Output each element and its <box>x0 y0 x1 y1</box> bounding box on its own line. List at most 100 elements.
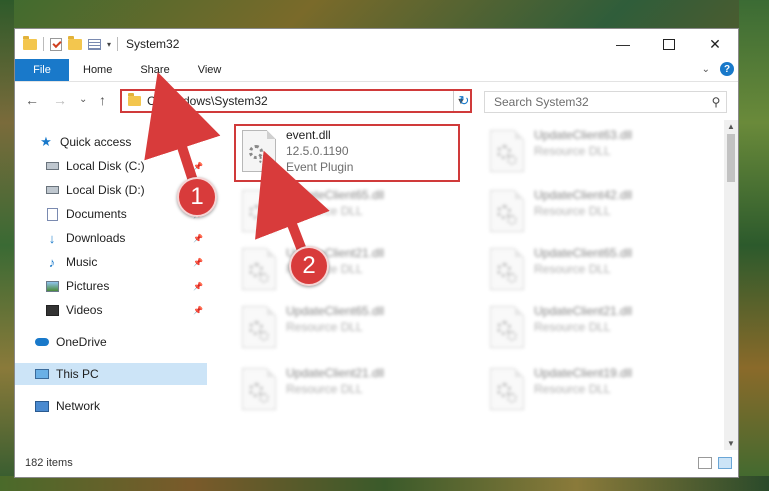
tab-file[interactable]: File <box>15 59 69 81</box>
search-icon[interactable]: ⚲ <box>706 95 726 109</box>
sidebar-item-videos[interactable]: Videos 📌 <box>15 299 207 321</box>
search-box[interactable]: Search System32 ⚲ <box>484 91 727 113</box>
tab-share[interactable]: Share <box>126 59 183 81</box>
file-version: 12.5.0.1190 <box>286 144 349 158</box>
file-name: UpdateClient42.dll <box>534 188 633 202</box>
videos-icon <box>45 303 59 317</box>
close-button[interactable]: ✕ <box>692 29 738 59</box>
desktop-wallpaper-bottom <box>0 476 769 491</box>
help-icon[interactable]: ? <box>720 62 734 76</box>
toolbar-divider <box>43 37 44 51</box>
sidebar-item-documents[interactable]: Documents📌 <box>15 203 207 225</box>
sidebar-item-music[interactable]: ♪ Music 📌 <box>15 251 207 273</box>
properties-check-icon[interactable] <box>50 37 62 51</box>
file-details: UpdateClient42.dll Resource DLL <box>534 184 632 219</box>
file-item[interactable]: UpdateClient21.dllResource DLL <box>236 242 460 300</box>
sidebar-item-this-pc[interactable]: This PC <box>15 363 207 385</box>
file-item[interactable]: UpdateClient19.dll Resource DLL <box>484 362 708 420</box>
search-input[interactable]: Search System32 <box>485 95 706 109</box>
address-path[interactable]: C:\Windows\System32 <box>147 94 452 108</box>
back-button[interactable]: ← <box>25 92 39 108</box>
sidebar-item-label: Pictures <box>66 279 110 293</box>
sidebar-item-downloads[interactable]: ↓ Downloads 📌 <box>15 227 207 249</box>
toolbar-divider <box>117 37 119 51</box>
customize-toolbar-chevron-icon[interactable]: ▾ <box>107 40 111 49</box>
dll-file-icon <box>242 248 276 290</box>
file-event-dll[interactable]: event.dll 12.5.0.1190 Event Plugin <box>236 124 460 182</box>
network-icon <box>35 399 49 413</box>
address-bar[interactable]: C:\Windows\System32 ▼ <box>120 89 472 113</box>
sidebar-item-quick-access[interactable]: ★ Quick access <box>15 131 207 153</box>
forward-button[interactable]: → <box>53 92 67 108</box>
expand-ribbon-chevron-icon[interactable]: ⌄ <box>702 64 710 75</box>
sidebar-item-label: Local Disk (C:) <box>66 159 145 173</box>
drive-icon <box>45 183 59 197</box>
pin-icon[interactable]: 📌 <box>193 162 203 171</box>
file-item[interactable]: UpdateClient21.dllResource DLL <box>484 300 708 358</box>
minimize-button[interactable]: — <box>600 29 646 59</box>
file-item[interactable]: UpdateClient65.dll Resource DLL <box>484 242 708 300</box>
file-details: UpdateClient65.dll Resource DLL <box>286 300 384 335</box>
window-title: System32 <box>126 37 180 51</box>
file-item[interactable]: UpdateClient42.dll Resource DLL <box>484 184 708 242</box>
file-details: UpdateClient21.dll Resource DLL <box>534 300 632 335</box>
file-description: Resource DLL <box>286 382 363 396</box>
dll-file-icon <box>242 368 276 410</box>
properties-list-icon[interactable] <box>88 38 101 50</box>
address-folder-icon <box>128 93 141 106</box>
scroll-down-icon[interactable]: ▼ <box>724 439 738 448</box>
pin-icon[interactable]: 📌 <box>193 282 203 291</box>
dll-file-icon <box>490 306 524 348</box>
pin-icon[interactable]: 📌 <box>193 234 203 243</box>
file-name: UpdateClient65.dll <box>534 246 633 260</box>
scroll-up-icon[interactable]: ▲ <box>724 122 738 131</box>
sidebar-item-local-disk-c[interactable]: Local Disk (C:) 📌 <box>15 155 207 177</box>
file-name: UpdateClient21.dll <box>286 366 385 380</box>
maximize-button[interactable] <box>646 29 692 59</box>
sidebar-item-network[interactable]: Network <box>15 395 207 417</box>
item-count: 182 items <box>25 457 73 469</box>
file-description: Resource DLL <box>286 204 363 218</box>
sidebar-item-pictures[interactable]: Pictures 📌 <box>15 275 207 297</box>
file-item[interactable]: UpdateClient65.dll Resource DLL <box>236 300 460 358</box>
status-bar: 182 items <box>15 449 738 477</box>
tab-view[interactable]: View <box>184 59 236 81</box>
large-icons-view-icon[interactable] <box>718 457 732 469</box>
sidebar-item-label: Music <box>66 255 98 269</box>
up-button[interactable]: ↑ <box>99 92 106 108</box>
this-pc-icon <box>35 367 49 381</box>
file-details: UpdateClient65.dll Resource DLL <box>534 242 632 277</box>
file-list: event.dll 12.5.0.1190 Event Plugin UpdateCl… <box>224 120 724 450</box>
pin-icon[interactable]: 📌 <box>193 258 203 267</box>
download-icon: ↓ <box>48 230 56 246</box>
new-folder-icon[interactable] <box>68 35 82 50</box>
file-details: event.dll 12.5.0.1190 Event Plugin <box>286 124 353 175</box>
file-item[interactable]: UpdateClient65.dll Resource DLL <box>236 184 460 242</box>
step-two-badge: 2 <box>289 246 329 286</box>
scroll-thumb[interactable] <box>727 134 735 182</box>
sidebar-item-onedrive[interactable]: OneDrive <box>15 331 207 353</box>
refresh-button[interactable]: ↻ <box>453 91 474 111</box>
sidebar-item-label: Local Disk (D:) <box>66 183 145 197</box>
file-description: Resource DLL <box>534 262 611 276</box>
file-description: Event Plugin <box>286 160 354 174</box>
quick-access-toolbar: ▾ <box>23 35 119 51</box>
file-name: UpdateClient21.dll <box>534 304 633 318</box>
recent-locations-chevron-icon[interactable]: ⌄ <box>79 94 87 105</box>
vertical-scrollbar[interactable]: ▲ ▼ <box>724 120 738 450</box>
file-item[interactable]: UpdateClient63.dll Resource DLL <box>484 124 708 182</box>
pin-icon[interactable]: 📌 <box>193 306 203 315</box>
view-switcher <box>698 457 732 469</box>
file-description: Resource DLL <box>534 382 611 396</box>
sidebar-item-label: Network <box>56 399 101 413</box>
music-icon: ♪ <box>48 254 56 270</box>
details-view-icon[interactable] <box>698 457 712 469</box>
sidebar-item-label: Videos <box>66 303 103 317</box>
file-item[interactable]: UpdateClient21.dll Resource DLL <box>236 362 460 420</box>
dll-file-icon <box>490 190 524 232</box>
file-description: Resource DLL <box>534 204 611 218</box>
tab-home[interactable]: Home <box>69 59 126 81</box>
desktop-wallpaper-left <box>0 0 14 491</box>
dll-file-icon <box>490 130 524 172</box>
pictures-icon <box>45 279 59 293</box>
